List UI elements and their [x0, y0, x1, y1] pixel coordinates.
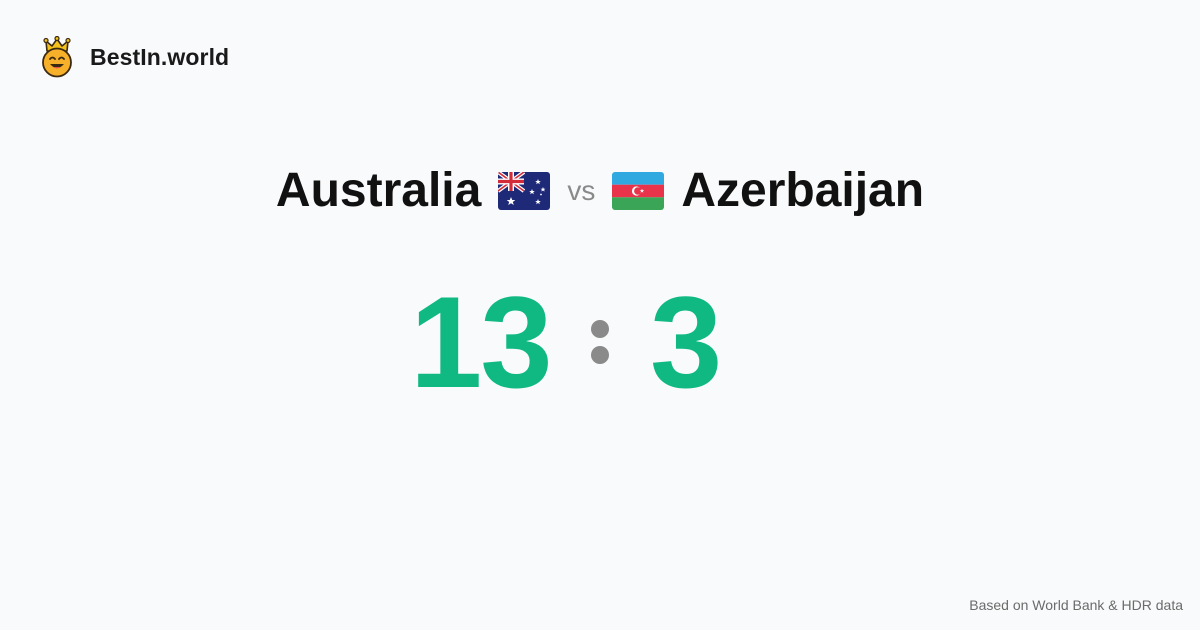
- vs-label: vs: [567, 175, 596, 206]
- score-separator: [586, 302, 614, 382]
- brand-name: BestIn.world: [90, 43, 230, 70]
- right-country-name: Azerbaijan: [681, 164, 925, 217]
- data-source-note: Based on World Bank & HDR data: [969, 597, 1183, 613]
- brand-header[interactable]: BestIn.world: [38, 36, 229, 78]
- azerbaijan-flag-icon: [612, 172, 665, 210]
- crowned-smiley-icon: [42, 36, 72, 78]
- score-display: 13 3: [0, 277, 1200, 407]
- right-score: 3: [650, 269, 722, 415]
- separator-dot-bottom: [591, 346, 609, 364]
- separator-dot-top: [591, 320, 609, 338]
- left-country-name: Australia: [275, 164, 482, 217]
- australia-flag-icon: [498, 172, 551, 210]
- country-matchup: Australia vs Azerbaijan: [0, 160, 1200, 222]
- left-score: 13: [410, 269, 553, 415]
